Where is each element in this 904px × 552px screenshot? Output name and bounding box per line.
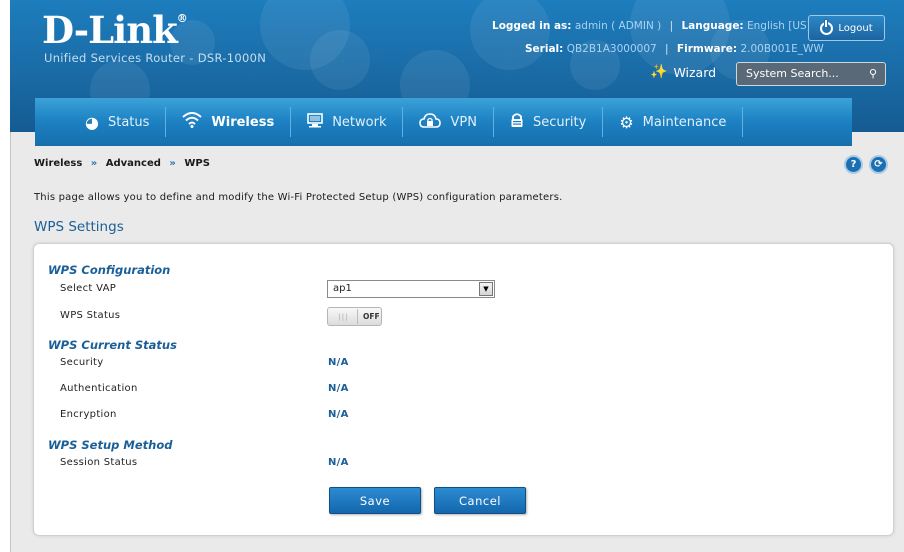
- page-title: WPS Settings: [34, 219, 124, 235]
- help-icon[interactable]: ?: [844, 155, 863, 174]
- nav-item-network[interactable]: Network: [307, 98, 386, 146]
- wizard-link[interactable]: ✨ Wizard: [650, 64, 716, 80]
- power-icon: [820, 19, 834, 35]
- main-nav: ◕ Status Wireless Network VPN Security ⚙…: [35, 98, 852, 146]
- device-info: Serial: QB2B1A3000007 | Firmware: 2.00B0…: [525, 43, 824, 55]
- page-tools: ? ⟳: [844, 155, 888, 174]
- chevron-down-icon: ▼: [479, 282, 493, 296]
- session-status-label: Session Status: [60, 457, 138, 468]
- nav-item-maintenance[interactable]: ⚙ Maintenance: [619, 98, 726, 146]
- wps-status-toggle[interactable]: ||| OFF: [327, 307, 382, 326]
- left-border: [10, 132, 11, 552]
- security-label: Security: [60, 357, 104, 368]
- system-search-input[interactable]: System Search... ⚲: [736, 62, 886, 86]
- nav-item-vpn[interactable]: VPN: [419, 98, 477, 146]
- breadcrumb-wps: WPS: [184, 158, 210, 169]
- cancel-button[interactable]: Cancel: [434, 487, 526, 514]
- gears-icon: ⚙: [619, 112, 634, 132]
- product-name: Unified Services Router - DSR-1000N: [44, 51, 267, 65]
- breadcrumb-wireless[interactable]: Wireless: [34, 158, 82, 169]
- monitor-icon: [307, 112, 323, 132]
- brand-logo: D-Link®: [42, 8, 188, 52]
- nav-item-wireless[interactable]: Wireless: [182, 98, 274, 146]
- authentication-label: Authentication: [60, 383, 138, 394]
- refresh-icon[interactable]: ⟳: [869, 155, 888, 174]
- cloud-lock-icon: [419, 112, 442, 132]
- nav-item-status[interactable]: ◕ Status: [85, 98, 149, 146]
- wps-setup-method-heading: WPS Setup Method: [48, 438, 173, 452]
- select-vap-dropdown[interactable]: ap1 ▼: [327, 280, 495, 298]
- encryption-value: N/A: [328, 409, 349, 420]
- session-status-value: N/A: [328, 457, 349, 468]
- wifi-icon: [182, 112, 203, 132]
- page-description: This page allows you to define and modif…: [34, 192, 563, 203]
- wps-configuration-heading: WPS Configuration: [48, 263, 171, 277]
- nav-item-security[interactable]: Security: [510, 98, 586, 146]
- breadcrumb: Wireless » Advanced » WPS: [34, 158, 210, 169]
- security-value: N/A: [328, 357, 349, 368]
- serial-number: QB2B1A3000007: [566, 43, 657, 55]
- logged-in-user: admin ( ADMIN ): [574, 20, 662, 32]
- dashboard-icon: ◕: [85, 112, 99, 132]
- encryption-label: Encryption: [60, 409, 117, 420]
- wps-status-label: WPS Status: [60, 310, 121, 321]
- save-button[interactable]: Save: [329, 487, 421, 514]
- magic-wand-icon: ✨: [650, 64, 668, 80]
- breadcrumb-advanced[interactable]: Advanced: [106, 158, 161, 169]
- select-vap-label: Select VAP: [60, 283, 117, 294]
- authentication-value: N/A: [328, 383, 349, 394]
- firmware-version: 2.00B001E_WW: [740, 43, 824, 55]
- logout-button[interactable]: Logout: [808, 15, 885, 41]
- wps-current-status-heading: WPS Current Status: [48, 338, 177, 352]
- lock-icon: [510, 112, 524, 132]
- session-info: Logged in as: admin ( ADMIN ) | Language…: [492, 20, 811, 32]
- search-icon[interactable]: ⚲: [869, 63, 877, 85]
- language-selector[interactable]: English [US]: [747, 20, 811, 32]
- toggle-grip-icon: |||: [330, 309, 358, 324]
